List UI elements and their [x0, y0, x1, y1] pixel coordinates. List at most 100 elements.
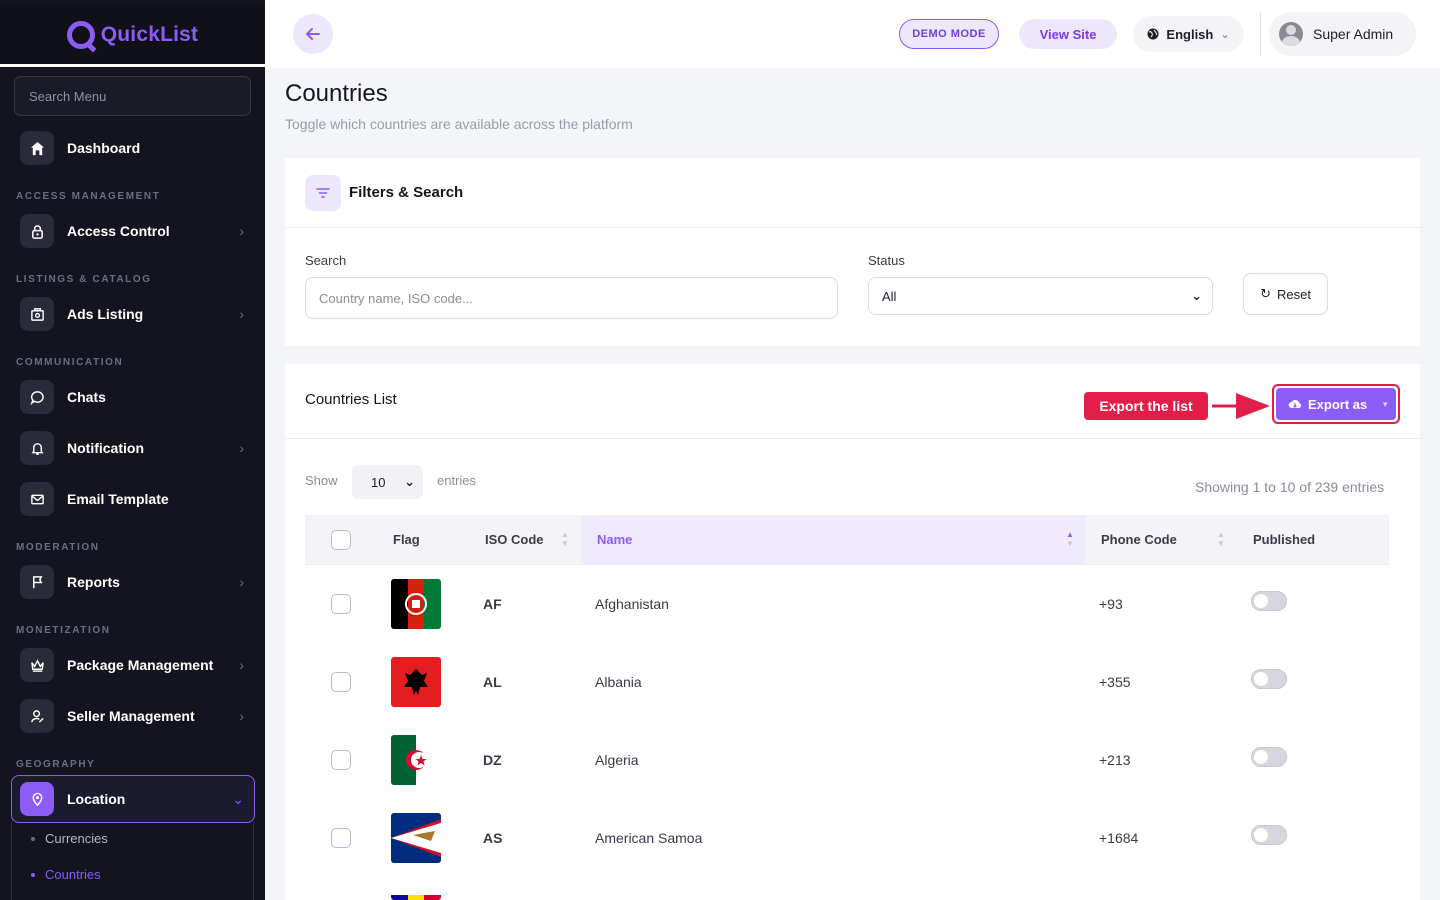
sidebar-item-label: Email Template [67, 491, 169, 507]
section-listings: LISTINGS & CATALOG [16, 274, 152, 285]
export-button[interactable]: Export as ▼ [1276, 388, 1396, 420]
chevron-right-icon: › [239, 440, 244, 456]
demo-mode-badge[interactable]: DEMO MODE [899, 19, 999, 49]
published-toggle[interactable] [1251, 747, 1287, 767]
flag-icon [20, 565, 54, 599]
row-checkbox[interactable] [331, 750, 351, 770]
column-name[interactable]: Name [597, 532, 632, 547]
sidebar-item-seller-management[interactable]: Seller Management › [20, 698, 258, 734]
name-column-highlight [581, 515, 1085, 565]
search-menu-input[interactable]: Search Menu [14, 76, 251, 116]
refresh-icon: ↻ [1260, 286, 1271, 301]
chevron-down-icon: ⌄ [404, 474, 415, 489]
sort-asc-icon[interactable]: ▲ ▼ [1066, 530, 1074, 548]
flag-andorra [391, 891, 441, 900]
sidebar-item-package-management[interactable]: Package Management › [20, 647, 258, 683]
sidebar-item-access-control[interactable]: Access Control › [20, 213, 258, 249]
row-name: Afghanistan [595, 596, 669, 612]
row-name: Algeria [595, 752, 639, 768]
logo-icon [66, 21, 95, 49]
select-all-checkbox[interactable] [331, 530, 351, 550]
sidebar-item-notification[interactable]: Notification › [20, 430, 258, 466]
chevron-right-icon: › [239, 306, 244, 322]
store-search-icon [20, 297, 54, 331]
language-label: English [1166, 26, 1214, 42]
sidebar-item-dashboard[interactable]: Dashboard [20, 130, 258, 166]
reset-label: Reset [1276, 286, 1311, 302]
user-menu[interactable]: Super Admin [1269, 12, 1416, 56]
search-input[interactable]: Country name, ISO code... [305, 277, 838, 319]
published-toggle[interactable] [1251, 825, 1287, 845]
sidebar-subitem-currencies[interactable]: Currencies [31, 831, 108, 846]
showing-info: Showing 1 to 10 of 239 entries [1195, 479, 1385, 495]
published-toggle[interactable] [1251, 591, 1287, 611]
cloud-download-icon [1288, 399, 1301, 408]
reset-button[interactable]: ↻ Reset [1243, 273, 1328, 315]
chevron-right-icon: › [239, 657, 244, 673]
chevron-down-icon: ⌄ [1191, 288, 1202, 303]
row-checkbox[interactable] [331, 828, 351, 848]
filters-title: Filters & Search [349, 184, 464, 201]
logo[interactable]: QuickList [0, 4, 265, 66]
sidebar-item-label: Location [67, 791, 126, 807]
row-name: American Samoa [595, 830, 703, 846]
avatar [1279, 22, 1303, 46]
topbar [265, 0, 1440, 68]
sidebar-item-location[interactable]: Location ⌄ [20, 781, 258, 817]
sidebar-item-label: Notification [67, 440, 144, 456]
sort-icon[interactable]: ▲ ▼ [1217, 530, 1225, 548]
row-phone: +213 [1099, 752, 1131, 768]
lock-icon [20, 214, 54, 248]
arrow-left-icon [306, 28, 320, 40]
sidebar-item-ads-listing[interactable]: Ads Listing › [20, 296, 258, 332]
page-subtitle: Toggle which countries are available acr… [285, 116, 633, 132]
sidebar-item-email-template[interactable]: Email Template [20, 481, 258, 517]
status-select[interactable]: All ⌄ [868, 277, 1213, 315]
list-title: Countries List [305, 391, 397, 408]
dot-icon [31, 872, 35, 877]
chevron-down-icon: ⌄ [232, 790, 244, 807]
flag-american-samoa [391, 813, 441, 863]
subitem-label: Currencies [45, 831, 108, 846]
sidebar-subitem-countries[interactable]: Countries [31, 867, 101, 882]
sort-icon[interactable]: ▲ ▼ [561, 530, 569, 548]
globe-icon [1147, 28, 1159, 40]
sidebar-item-chats[interactable]: Chats [20, 379, 258, 415]
user-edit-icon [20, 699, 54, 733]
mail-icon [20, 482, 54, 516]
sidebar-item-label: Chats [67, 389, 106, 405]
row-checkbox[interactable] [331, 672, 351, 692]
row-checkbox[interactable] [331, 594, 351, 614]
back-button[interactable] [293, 14, 333, 54]
filter-icon [305, 175, 341, 211]
column-iso-code[interactable]: ISO Code [485, 532, 544, 547]
search-label: Search [305, 253, 347, 268]
sidebar-item-label: Package Management [67, 657, 214, 673]
export-button-highlight: Export as ▼ [1272, 384, 1400, 424]
location-pin-icon [20, 782, 54, 816]
published-toggle[interactable] [1251, 669, 1287, 689]
sidebar-item-reports[interactable]: Reports › [20, 564, 258, 600]
column-published: Published [1253, 532, 1316, 547]
row-phone: +355 [1099, 674, 1131, 690]
view-site-button[interactable]: View Site [1019, 19, 1117, 49]
user-name: Super Admin [1313, 26, 1394, 42]
chevron-right-icon: › [239, 708, 244, 724]
entries-select[interactable]: 10 ⌄ [352, 465, 423, 499]
filters-divider [285, 227, 1420, 228]
flag-algeria [391, 735, 441, 785]
sidebar-item-label: Dashboard [67, 140, 141, 156]
column-phone-code[interactable]: Phone Code [1101, 532, 1177, 547]
entries-value: 10 [371, 474, 386, 490]
language-selector[interactable]: English ⌄ [1133, 16, 1244, 52]
row-iso: DZ [483, 752, 502, 768]
sidebar: QuickList Search Menu Dashboard ACCESS M… [0, 0, 265, 900]
export-callout: Export the list [1084, 392, 1208, 420]
status-value: All [882, 288, 897, 304]
section-monetization: MONETIZATION [16, 625, 111, 636]
entries-label: entries [437, 473, 477, 488]
row-name: Albania [595, 674, 642, 690]
caret-down-icon: ▼ [1381, 399, 1390, 409]
crown-icon [20, 648, 54, 682]
list-divider [285, 438, 1420, 439]
